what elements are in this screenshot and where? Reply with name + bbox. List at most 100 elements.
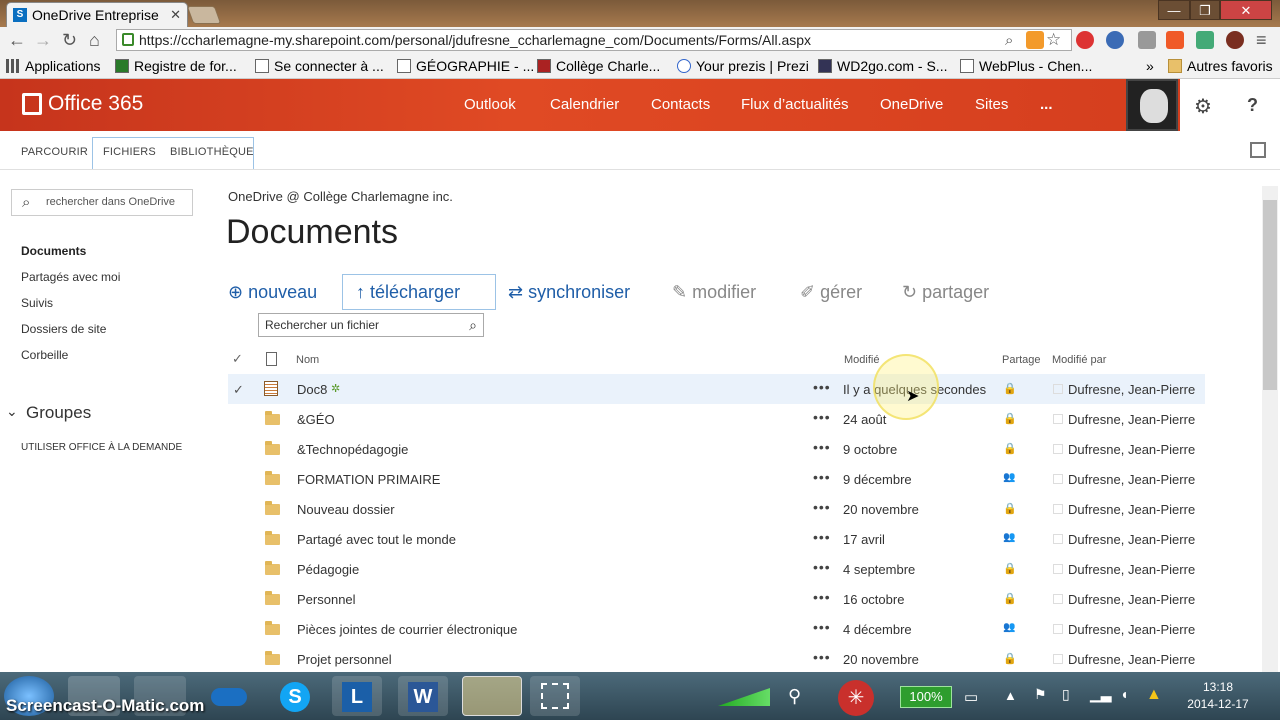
col-name[interactable]: Nom (296, 354, 319, 366)
modified-by[interactable]: Dufresne, Jean-Pierre (1068, 442, 1195, 457)
modified-by[interactable]: Dufresne, Jean-Pierre (1068, 412, 1195, 427)
new-button[interactable]: ⊕ nouveau (228, 282, 317, 303)
modified-by[interactable]: Dufresne, Jean-Pierre (1068, 622, 1195, 637)
search-icon[interactable]: ⌕ (469, 314, 477, 336)
share-button[interactable]: ↻ partager (902, 282, 989, 303)
manage-button[interactable]: ✐ gérer (800, 282, 862, 303)
tab-fichiers[interactable]: FICHIERS (103, 146, 156, 158)
file-name[interactable]: FORMATION PRIMAIRE (297, 472, 440, 487)
office-on-demand-link[interactable]: UTILISER OFFICE À LA DEMANDE (21, 442, 182, 453)
zoom-icon[interactable]: ⌕ (1005, 31, 1013, 51)
bookmark-registre[interactable]: Registre de for... (115, 57, 237, 75)
minimize-icon[interactable]: — (1158, 0, 1190, 20)
ellipsis-menu-icon[interactable]: ••• (813, 499, 831, 515)
table-row[interactable]: Partagé avec tout le monde ••• 17 avril 👥 Du… (228, 524, 1205, 554)
back-icon[interactable]: ← (8, 30, 26, 50)
file-name[interactable]: &GÉO (297, 412, 335, 427)
modified-by[interactable]: Dufresne, Jean-Pierre (1068, 652, 1195, 667)
file-name[interactable]: Projet personnel (297, 652, 392, 667)
browser-tab[interactable]: S OneDrive Entreprise ✕ (6, 2, 188, 27)
breadcrumb[interactable]: OneDrive @ Collège Charlemagne inc. (228, 189, 453, 204)
bookmark-geographie[interactable]: GÉOGRAPHIE - ... (397, 57, 534, 75)
chevron-down-icon[interactable]: ⌄ (6, 403, 18, 420)
forward-icon[interactable]: → (34, 30, 52, 50)
rss-icon[interactable] (1026, 31, 1044, 49)
wifi-icon[interactable]: ▁▃ (1090, 686, 1112, 703)
office365-logo[interactable]: Office 365 (22, 92, 143, 116)
extension-green-icon[interactable] (1196, 31, 1214, 49)
modified-by[interactable]: Dufresne, Jean-Pierre (1068, 592, 1195, 607)
ellipsis-menu-icon[interactable]: ••• (813, 619, 831, 635)
modified-by[interactable]: Dufresne, Jean-Pierre (1068, 562, 1195, 577)
ellipsis-menu-icon[interactable]: ••• (813, 409, 831, 425)
table-row[interactable]: Projet personnel ••• 20 novembre 🔒 Dufresne,… (228, 644, 1205, 674)
nav-onedrive[interactable]: OneDrive (880, 96, 943, 113)
modified-by[interactable]: Dufresne, Jean-Pierre (1068, 382, 1195, 397)
extension-gray-icon[interactable] (1138, 31, 1156, 49)
snipping-taskbar-icon[interactable] (530, 676, 580, 716)
nav-flux[interactable]: Flux d’actualités (741, 96, 849, 113)
nav-contacts[interactable]: Contacts (651, 96, 710, 113)
close-window-icon[interactable]: ✕ (1220, 0, 1272, 20)
groups-heading[interactable]: Groupes (26, 403, 91, 423)
word-taskbar-icon[interactable]: W (398, 676, 448, 716)
ellipsis-menu-icon[interactable]: ••• (813, 379, 831, 395)
table-row[interactable]: Pédagogie ••• 4 septembre 🔒 Dufresne, Jean-P… (228, 554, 1205, 584)
ellipsis-menu-icon[interactable]: ••• (813, 529, 831, 545)
focus-mode-icon[interactable] (1250, 142, 1266, 158)
scrollbar-thumb[interactable] (1263, 200, 1277, 390)
network-icon[interactable]: ⚲ (788, 686, 801, 707)
help-icon[interactable]: ? (1247, 95, 1258, 116)
chrome-menu-icon[interactable]: ≡ (1256, 30, 1267, 50)
file-search-input[interactable]: Rechercher un fichier ⌕ (258, 313, 484, 337)
onedrive-cloud-taskbar-icon[interactable] (204, 676, 254, 716)
file-name[interactable]: Doc8 (297, 382, 327, 397)
power-plug-icon[interactable]: ▭ (964, 688, 978, 706)
device-icon[interactable]: ▯ (1062, 686, 1070, 703)
bookmark-college[interactable]: Collège Charle... (537, 57, 660, 75)
explorer-taskbar-icon[interactable] (462, 676, 522, 716)
lync-taskbar-icon[interactable]: L (332, 676, 382, 716)
row-check-icon[interactable]: ✓ (233, 382, 244, 398)
reload-icon[interactable]: ↻ (62, 30, 77, 50)
table-row[interactable]: FORMATION PRIMAIRE ••• 9 décembre 👥 Dufresne… (228, 464, 1205, 494)
file-name[interactable]: &Technopédagogie (297, 442, 408, 457)
file-name[interactable]: Personnel (297, 592, 356, 607)
bookmark-wd2go[interactable]: WD2go.com - S... (818, 57, 947, 75)
volume-icon[interactable]: ◖ (1120, 686, 1128, 702)
onedrive-search-input[interactable]: ⌕ rechercher dans OneDrive (11, 189, 193, 216)
nav-outlook[interactable]: Outlook (464, 96, 516, 113)
ellipsis-menu-icon[interactable]: ••• (813, 649, 831, 665)
bookmark-webplus[interactable]: WebPlus - Chen... (960, 57, 1092, 75)
select-all-checkmark-icon[interactable]: ✓ (232, 351, 243, 367)
leftnav-suivis[interactable]: Suivis (21, 296, 53, 310)
skype-taskbar-icon[interactable]: S (272, 676, 318, 716)
file-name[interactable]: Nouveau dossier (297, 502, 395, 517)
extension-plus-icon[interactable] (1166, 31, 1184, 49)
maximize-icon[interactable]: ❐ (1190, 0, 1220, 20)
battery-indicator[interactable]: 100% (900, 686, 952, 708)
bookmark-star-icon[interactable]: ☆ (1046, 30, 1061, 50)
close-tab-icon[interactable]: ✕ (170, 7, 181, 23)
bookmark-applications[interactable]: Applications (6, 57, 101, 75)
ellipsis-menu-icon[interactable]: ••• (813, 469, 831, 485)
home-icon[interactable]: ⌂ (89, 30, 100, 50)
modified-by[interactable]: Dufresne, Jean-Pierre (1068, 532, 1195, 547)
col-modified[interactable]: Modifié (844, 354, 879, 366)
app-red-taskbar-icon[interactable]: ✳ (838, 680, 874, 716)
address-bar[interactable]: https://ccharlemagne-my.sharepoint.com/p… (116, 29, 1072, 51)
table-row[interactable]: &GÉO ••• 24 août 🔒 Dufresne, Jean-Pierre (228, 404, 1205, 434)
bookmark-prezi[interactable]: Your prezis | Prezi (677, 57, 809, 75)
ellipsis-menu-icon[interactable]: ••• (813, 589, 831, 605)
table-row[interactable]: &Technopédagogie ••• 9 octobre 🔒 Dufresne, J… (228, 434, 1205, 464)
leftnav-documents[interactable]: Documents (21, 244, 86, 258)
more-bookmarks-button[interactable]: » (1146, 57, 1154, 75)
show-hidden-icons[interactable]: ▲ (1004, 688, 1017, 703)
table-row[interactable]: ✓ Doc8 ✲ ••• Il y a quelques secondes 🔒 Dufres… (228, 374, 1205, 404)
nav-calendrier[interactable]: Calendrier (550, 96, 619, 113)
file-name[interactable]: Pédagogie (297, 562, 359, 577)
file-name[interactable]: Pièces jointes de courrier électronique (297, 622, 517, 637)
tab-parcourir[interactable]: PARCOURIR (21, 146, 88, 158)
col-modified-by[interactable]: Modifié par (1052, 354, 1106, 366)
table-row[interactable]: Pièces jointes de courrier électronique •… (228, 614, 1205, 644)
